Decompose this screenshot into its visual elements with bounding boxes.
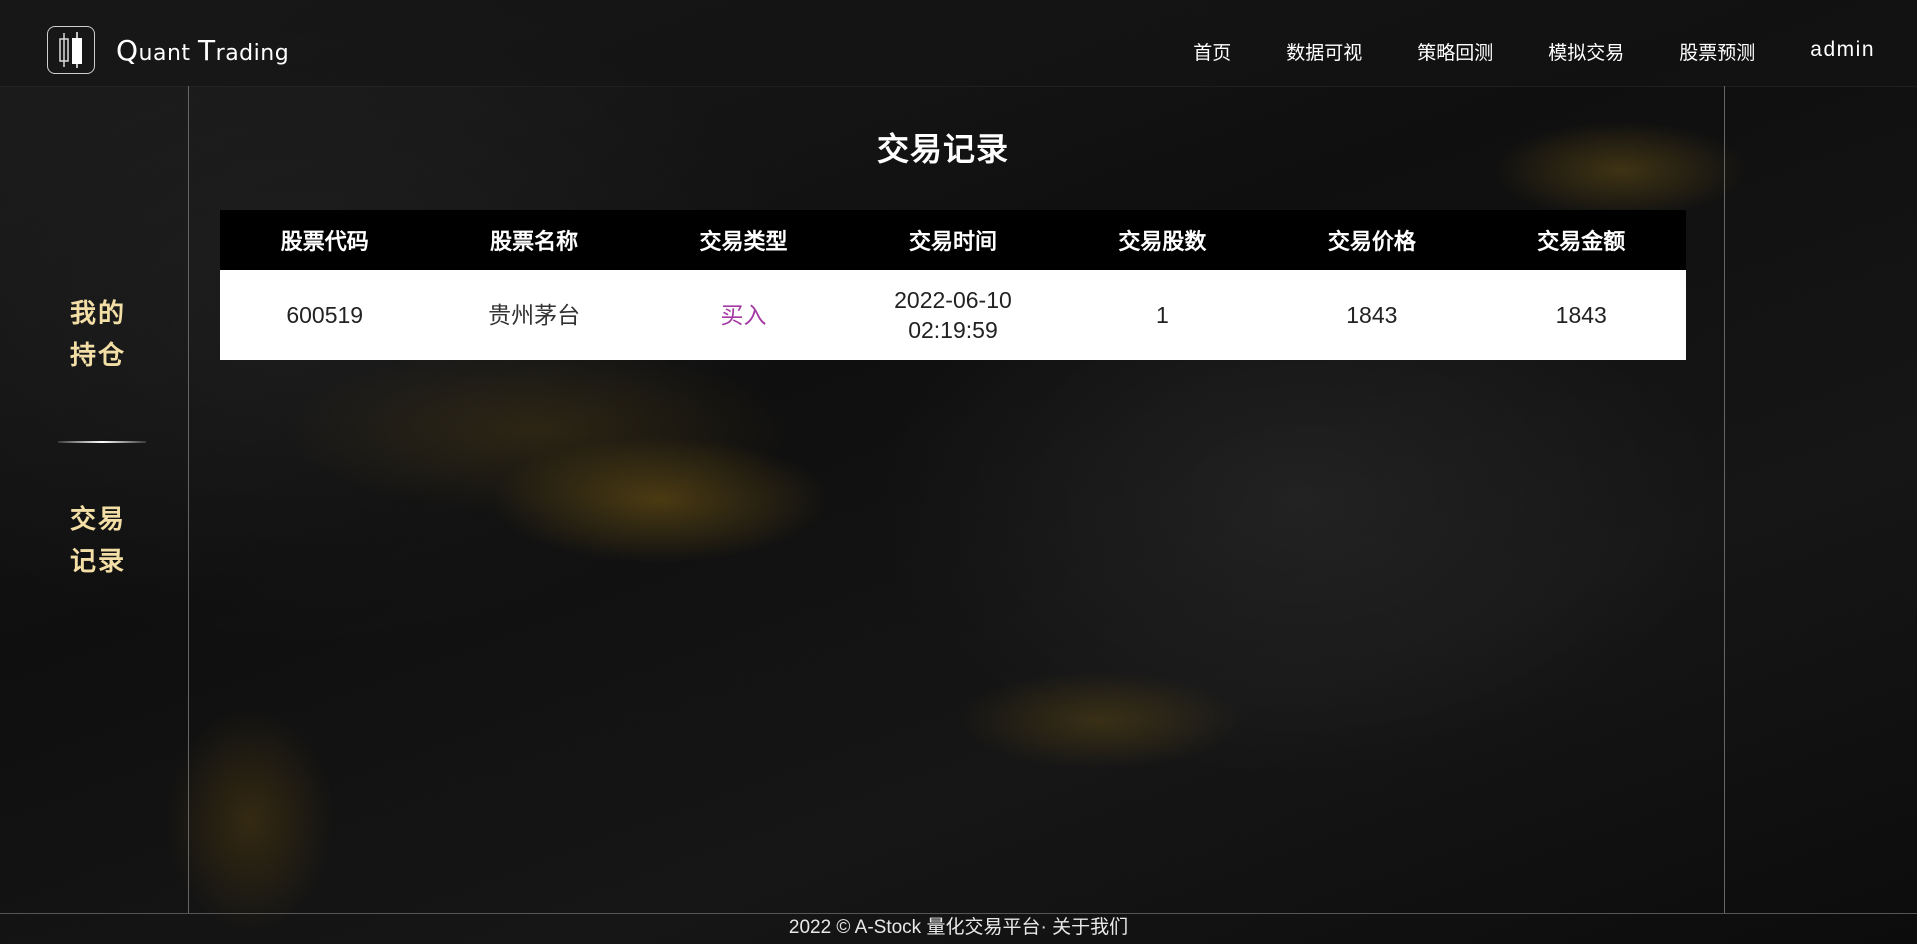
sidebar-item-holdings-line2: 持仓 — [69, 340, 126, 370]
top-navbar: Quant Trading 首页 数据可视 策略回测 模拟交易 股票预测 adm… — [0, 0, 1917, 87]
trade-records-table: 股票代码 股票名称 交易类型 交易时间 交易股数 交易价格 交易金额 60051… — [220, 210, 1686, 360]
main-nav: 首页 数据可视 策略回测 模拟交易 股票预测 admin — [1138, 38, 1875, 65]
nav-data-visualization[interactable]: 数据可视 — [1286, 38, 1362, 65]
brand-name[interactable]: Quant Trading — [116, 34, 289, 67]
page-title: 交易记录 — [876, 131, 1009, 167]
brand-letter-q: Q — [116, 34, 139, 67]
cell-trade-date-text: 2022-06-10 — [894, 287, 1012, 313]
nav-stock-prediction[interactable]: 股票预测 — [1679, 38, 1755, 65]
user-menu[interactable]: admin — [1810, 38, 1875, 65]
sidebar-divider — [58, 441, 146, 443]
column-header-type: 交易类型 — [638, 210, 849, 270]
cell-trade-clock-text: 02:19:59 — [908, 317, 998, 343]
footer-copyright: 2022 © A-Stock 量化交易平台· — [788, 917, 1053, 938]
sidebar-item-records-line1: 交易 — [69, 504, 126, 534]
candlestick-logo-icon[interactable] — [47, 26, 95, 74]
brand-letter-t: T — [198, 34, 216, 67]
cell-trade-shares: 1 — [1057, 270, 1268, 360]
table-row: 600519 贵州茅台 买入 2022-06-10 02:19:59 1 184… — [220, 270, 1686, 360]
sidebar: 我的 持仓 交易 记录 — [0, 86, 189, 913]
column-header-shares: 交易股数 — [1057, 210, 1268, 270]
table-header-row: 股票代码 股票名称 交易类型 交易时间 交易股数 交易价格 交易金额 — [220, 210, 1686, 270]
footer-about-link[interactable]: 关于我们 — [1052, 917, 1128, 938]
column-header-name: 股票名称 — [429, 210, 639, 270]
column-header-amount: 交易金额 — [1476, 210, 1686, 270]
column-header-code: 股票代码 — [220, 210, 430, 270]
nav-home[interactable]: 首页 — [1193, 38, 1231, 65]
sidebar-item-trade-records[interactable]: 交易 记录 — [63, 498, 133, 582]
nav-simulated-trading[interactable]: 模拟交易 — [1548, 38, 1624, 65]
sidebar-item-records-line2: 记录 — [69, 546, 126, 576]
cell-trade-amount: 1843 — [1476, 270, 1686, 360]
content-right-border — [1724, 86, 1725, 913]
column-header-price: 交易价格 — [1267, 210, 1477, 270]
nav-strategy-backtest[interactable]: 策略回测 — [1417, 38, 1493, 65]
cell-stock-name: 贵州茅台 — [429, 270, 639, 360]
sidebar-item-holdings[interactable]: 我的 持仓 — [63, 292, 133, 376]
brand-word-uant: uant — [138, 41, 199, 66]
cell-trade-time: 2022-06-10 02:19:59 — [848, 270, 1058, 360]
column-header-time: 交易时间 — [848, 210, 1058, 270]
sidebar-item-holdings-line1: 我的 — [69, 298, 126, 328]
footer: 2022 © A-Stock 量化交易平台· 关于我们 — [0, 913, 1917, 944]
cell-trade-type: 买入 — [638, 270, 849, 360]
brand-word-rading: rading — [215, 41, 290, 66]
cell-trade-price: 1843 — [1267, 270, 1477, 360]
cell-stock-code: 600519 — [220, 270, 430, 360]
